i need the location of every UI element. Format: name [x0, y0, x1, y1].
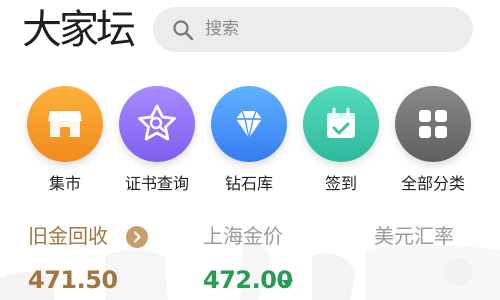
all-categories-icon-badge — [395, 86, 471, 162]
app-logo: 大家坛 — [22, 7, 136, 53]
price-value: 472.00 — [203, 266, 293, 294]
quick-entry-sign-in[interactable]: 签到 — [296, 86, 386, 198]
header: 大家坛 搜索 — [0, 0, 500, 68]
price-tab-shanghai-gold[interactable]: 上海金价 472.00 — [203, 220, 323, 300]
search-placeholder: 搜索 — [205, 19, 239, 39]
quick-entry-grid: 集市 证书查询 钻石库 签到 全部分类 — [0, 86, 500, 198]
price-tab-label: 旧金回收 — [28, 224, 108, 248]
price-tab-label: 美元汇率 — [374, 224, 454, 248]
certificate-icon-badge — [119, 86, 195, 162]
star-search-icon — [138, 104, 176, 141]
quick-entry-diamond-library[interactable]: 钻石库 — [204, 86, 294, 198]
grid-icon — [419, 110, 447, 138]
app-screen: 大家坛 搜索 集市 证书查询 钻石库 签到 全部分类 旧金回收 471.50 上… — [0, 0, 500, 300]
quick-entry-label: 全部分类 — [400, 174, 465, 193]
sign-in-icon-badge — [303, 86, 379, 162]
price-value: 471.50 — [28, 266, 118, 294]
diamond-icon-badge — [211, 86, 287, 162]
price-tab-old-gold[interactable]: 旧金回收 471.50 — [28, 220, 168, 300]
chevron-right-circle-icon[interactable] — [126, 226, 148, 248]
price-tab-section: 旧金回收 471.50 上海金价 472.00 美元汇率 — [0, 220, 500, 300]
down-triangle-icon — [281, 274, 294, 288]
calendar-check-icon — [327, 107, 355, 138]
market-icon-badge — [27, 86, 103, 162]
quick-entry-all-categories[interactable]: 全部分类 — [388, 86, 478, 198]
price-tab-usd-rate[interactable]: 美元汇率 — [374, 220, 474, 300]
diamond-icon — [236, 110, 262, 139]
search-icon — [171, 18, 195, 42]
quick-entry-certificate-search[interactable]: 证书查询 — [112, 86, 202, 198]
storefront-icon — [48, 111, 82, 137]
quick-entry-market[interactable]: 集市 — [20, 86, 110, 198]
search-bar[interactable]: 搜索 — [153, 7, 473, 52]
price-tab-label: 上海金价 — [203, 224, 283, 248]
